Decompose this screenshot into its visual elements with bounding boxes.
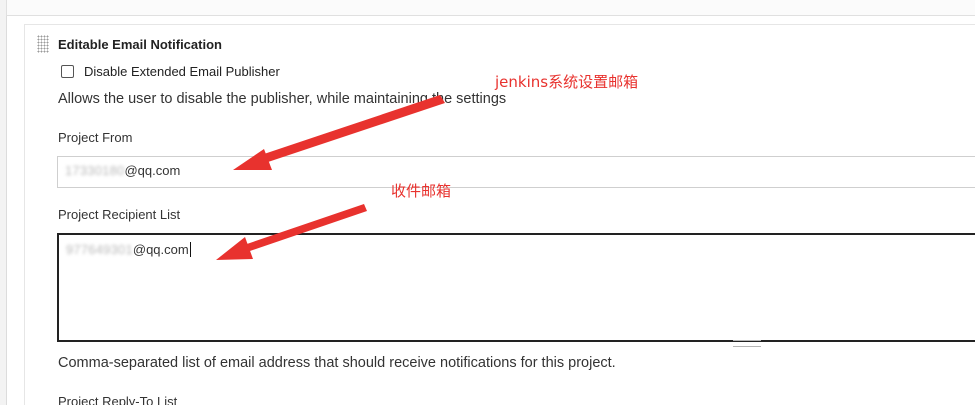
reply-to-label: Project Reply-To List xyxy=(58,394,178,405)
textarea-resize-handle[interactable] xyxy=(733,340,761,347)
obscured-text: 17330180 xyxy=(65,163,125,178)
disable-publisher-help: Allows the user to disable the publisher… xyxy=(58,91,507,107)
recipient-annotation: 收件邮箱 xyxy=(391,182,452,200)
project-from-label: Project From xyxy=(58,130,133,145)
recipient-list-help: Comma-separated list of email address th… xyxy=(58,355,616,371)
jenkins-config-page: Editable Email Notification Disable Exte… xyxy=(0,0,975,405)
recipient-list-label: Project Recipient List xyxy=(58,207,181,222)
project-from-value: @qq.com xyxy=(124,163,181,178)
project-from-input[interactable]: 17330180@qq.com xyxy=(57,156,975,188)
recipient-list-value: @qq.com xyxy=(132,242,189,257)
disable-publisher-checkbox[interactable] xyxy=(61,65,74,78)
previous-section-edge xyxy=(6,0,975,16)
recipient-list-textarea[interactable]: 977649301@qq.com xyxy=(57,233,975,342)
sender-annotation: jenkins系统设置邮箱 xyxy=(495,73,639,91)
section-title: Editable Email Notification xyxy=(58,37,222,52)
text-caret xyxy=(189,242,191,257)
left-gutter xyxy=(0,0,7,405)
obscured-text: 977649301 xyxy=(66,242,133,257)
disable-publisher-row[interactable]: Disable Extended Email Publisher xyxy=(61,64,280,79)
disable-publisher-label: Disable Extended Email Publisher xyxy=(84,64,280,79)
drag-handle-icon[interactable] xyxy=(37,35,49,53)
